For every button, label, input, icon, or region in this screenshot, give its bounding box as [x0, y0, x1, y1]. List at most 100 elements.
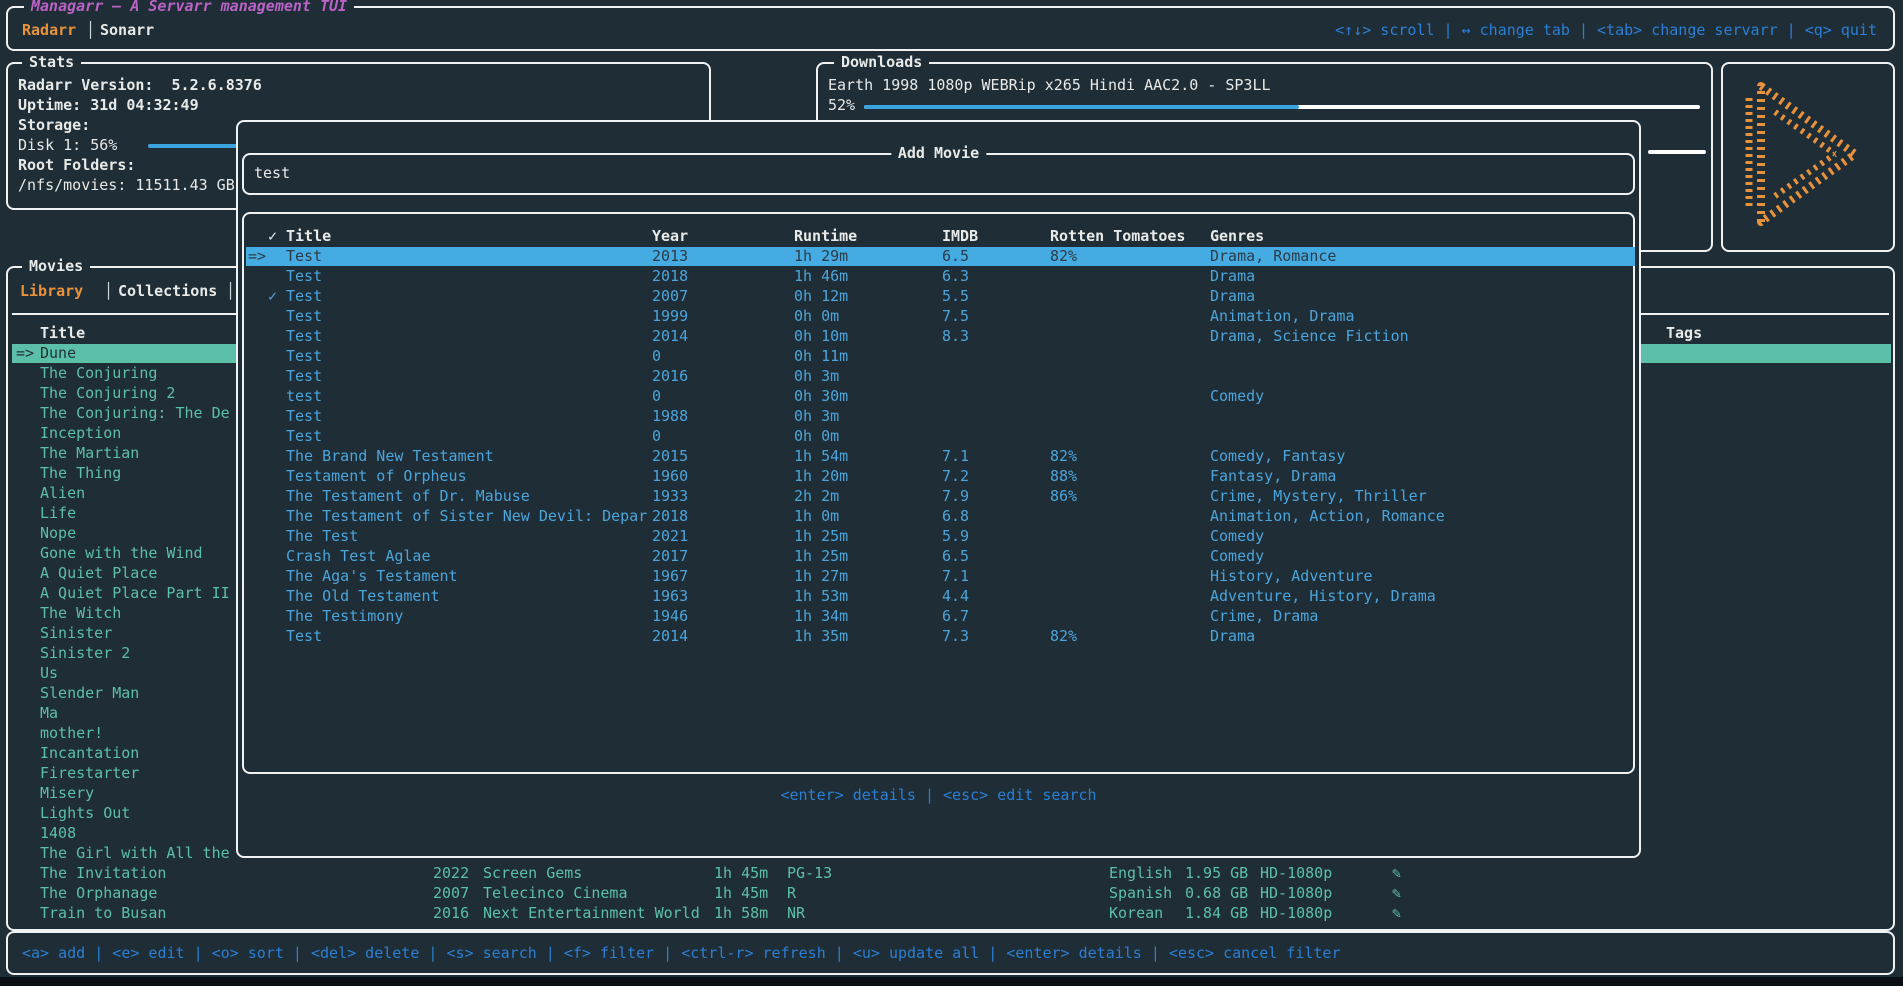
check-icon: ✓	[268, 287, 277, 306]
library-row-title[interactable]: Incantation	[40, 744, 139, 763]
library-row-title[interactable]: The Girl with All the	[40, 844, 230, 863]
result-cell-genres: Crime, Mystery, Thriller	[1210, 487, 1427, 506]
library-row-title[interactable]: The Conjuring: The De	[40, 404, 230, 423]
result-cell-title[interactable]: The Test	[286, 527, 358, 546]
tab-radarr[interactable]: Radarr	[22, 21, 76, 40]
library-row-title[interactable]: Train to Busan	[40, 904, 166, 923]
col-runtime: Runtime	[794, 227, 857, 246]
library-row-title[interactable]: The Conjuring 2	[40, 384, 175, 403]
result-cell-title[interactable]: Test	[286, 407, 322, 426]
result-cell-title[interactable]: Test	[286, 327, 322, 346]
result-cell-title[interactable]: The Testament of Dr. Mabuse	[286, 487, 530, 506]
result-cell-title[interactable]: Test	[286, 367, 322, 386]
result-cell-genres: Crime, Drama	[1210, 607, 1318, 626]
pencil-icon[interactable]: ✎	[1392, 904, 1401, 923]
library-row-title[interactable]: A Quiet Place	[40, 564, 157, 583]
result-cell-genres: Drama	[1210, 627, 1255, 646]
result-cell-runtime: 1h 53m	[794, 587, 848, 606]
library-row-title[interactable]: mother!	[40, 724, 103, 743]
result-cell-title[interactable]: Test	[286, 627, 322, 646]
result-cell-genres: Fantasy, Drama	[1210, 467, 1336, 486]
library-row-title[interactable]: Inception	[40, 424, 121, 443]
result-cell-title[interactable]: Test	[286, 307, 322, 326]
result-cell-runtime: 1h 25m	[794, 527, 848, 546]
result-cell-genres: Drama, Science Fiction	[1210, 327, 1409, 346]
col-title: Title	[286, 227, 331, 246]
library-row-title[interactable]: The Invitation	[40, 864, 166, 883]
result-row-selected[interactable]: =>Test20131h 29m6.582%Drama, Romance	[246, 247, 1635, 266]
selection-arrow: =>	[16, 344, 34, 363]
library-row-title[interactable]: The Thing	[40, 464, 121, 483]
result-cell-runtime: 1h 29m	[794, 247, 848, 266]
result-cell-runtime: 0h 3m	[794, 367, 839, 386]
movie-search-input[interactable]: Add Movie test	[242, 153, 1635, 195]
library-row-title[interactable]: Lights Out	[40, 804, 130, 823]
library-cell-language: Spanish	[1109, 884, 1172, 903]
library-row-title[interactable]: A Quiet Place Part II	[40, 584, 230, 603]
tab-collections[interactable]: Collections	[118, 282, 217, 301]
root-folder-value: /nfs/movies: 11511.43 GB	[18, 176, 235, 195]
result-cell-title[interactable]: The Brand New Testament	[286, 447, 494, 466]
library-row-title[interactable]: Sinister 2	[40, 644, 130, 663]
result-cell-title[interactable]: Crash Test Aglae	[286, 547, 431, 566]
library-cell-studio: Screen Gems	[483, 864, 582, 883]
library-row-title[interactable]: The Conjuring	[40, 364, 157, 383]
result-cell-title[interactable]: The Old Testament	[286, 587, 440, 606]
download-progress-bar	[864, 105, 1700, 109]
result-cell-imdb: 7.1	[942, 567, 969, 586]
result-cell-title[interactable]: Test	[286, 347, 322, 366]
result-cell-runtime: 0h 0m	[794, 307, 839, 326]
result-cell-runtime: 2h 2m	[794, 487, 839, 506]
library-row-title[interactable]: Misery	[40, 784, 94, 803]
result-cell-imdb: 7.9	[942, 487, 969, 506]
result-cell-runtime: 1h 25m	[794, 547, 848, 566]
result-cell-runtime: 0h 0m	[794, 427, 839, 446]
result-cell-year: 1933	[652, 487, 688, 506]
library-cell-certification: PG-13	[787, 864, 832, 883]
result-cell-title[interactable]: Test	[286, 287, 322, 306]
library-cell-language: Korean	[1109, 904, 1163, 923]
selection-arrow: =>	[248, 247, 266, 266]
result-cell-title[interactable]: The Testimony	[286, 607, 403, 626]
library-row-title[interactable]: Firestarter	[40, 764, 139, 783]
library-row-title[interactable]: Alien	[40, 484, 85, 503]
result-cell-title[interactable]: The Aga's Testament	[286, 567, 458, 586]
result-cell-genres: Adventure, History, Drama	[1210, 587, 1436, 606]
terminal-screen: Managarr – A Servarr management TUI Rada…	[0, 0, 1903, 986]
result-cell-title[interactable]: Test	[286, 427, 322, 446]
library-row-title[interactable]: 1408	[40, 824, 76, 843]
pencil-icon[interactable]: ✎	[1392, 884, 1401, 903]
library-row-title[interactable]: Nope	[40, 524, 76, 543]
tab-separator: │	[86, 21, 95, 40]
result-cell-year: 0	[652, 427, 661, 446]
library-row-title[interactable]: Us	[40, 664, 58, 683]
result-cell-imdb: 5.9	[942, 527, 969, 546]
result-cell-genres: Comedy	[1210, 527, 1264, 546]
result-cell-title[interactable]: The Testament of Sister New Devil: Depar	[286, 507, 647, 526]
download-progress-bar-partial	[1648, 150, 1706, 154]
library-row-title[interactable]: Life	[40, 504, 76, 523]
pencil-icon[interactable]: ✎	[1392, 864, 1401, 883]
result-cell-title[interactable]: test	[286, 387, 322, 406]
managarr-play-logo-icon	[1723, 64, 1893, 250]
result-cell-imdb: 6.5	[942, 247, 969, 266]
library-row-title[interactable]: The Witch	[40, 604, 121, 623]
result-cell-year: 1967	[652, 567, 688, 586]
library-row-title[interactable]: The Martian	[40, 444, 139, 463]
tab-library[interactable]: Library	[20, 282, 83, 301]
library-row-title[interactable]: Slender Man	[40, 684, 139, 703]
library-cell-size: 0.68 GB	[1185, 884, 1248, 903]
library-row-title[interactable]: Ma	[40, 704, 58, 723]
result-cell-year: 1999	[652, 307, 688, 326]
library-row-title[interactable]: Gone with the Wind	[40, 544, 203, 563]
library-cell-runtime: 1h 45m	[714, 864, 768, 883]
result-cell-runtime: 1h 35m	[794, 627, 848, 646]
library-cell-quality: HD-1080p	[1260, 864, 1332, 883]
result-cell-title[interactable]: Testament of Orpheus	[286, 467, 467, 486]
result-cell-year: 2014	[652, 327, 688, 346]
library-row-title[interactable]: The Orphanage	[40, 884, 157, 903]
library-row-title[interactable]: Sinister	[40, 624, 112, 643]
modal-help: <enter> details | <esc> edit search	[238, 786, 1639, 805]
tab-sonarr[interactable]: Sonarr	[100, 21, 154, 40]
result-cell-title[interactable]: Test	[286, 267, 322, 286]
